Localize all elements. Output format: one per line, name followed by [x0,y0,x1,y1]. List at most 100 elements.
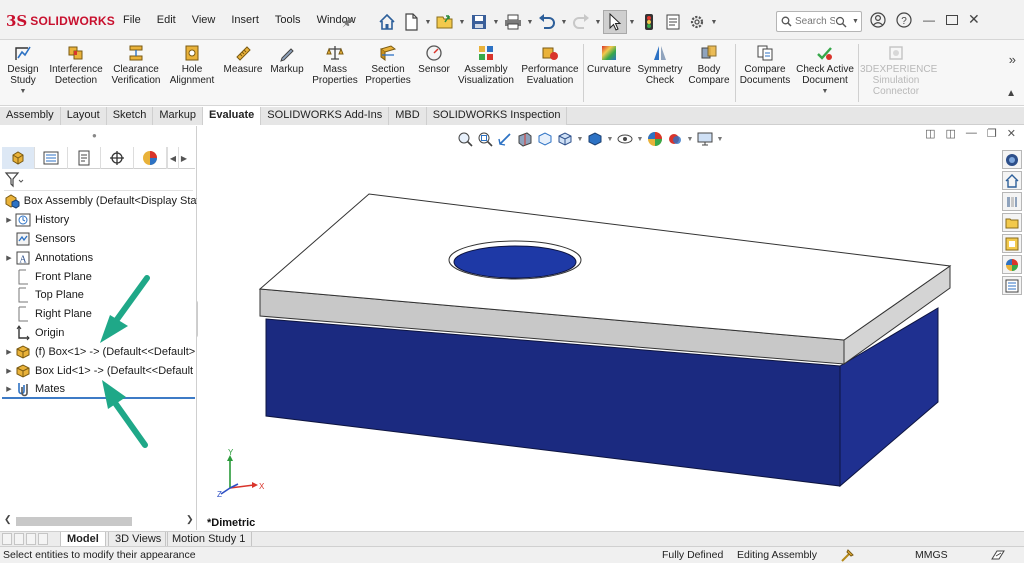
performance-evaluation-button[interactable]: Performance Evaluation [520,42,580,86]
minimize-window-icon[interactable]: — [922,13,936,27]
tree-item-history[interactable]: ▶ History [0,211,197,230]
hole-alignment-button[interactable]: Hole Alignment [166,42,218,86]
save-icon[interactable] [467,10,491,34]
markup-button[interactable]: Markup [267,42,307,75]
tree-item-front-plane[interactable]: Front Plane [0,267,197,286]
user-account-icon[interactable] [870,11,886,28]
expand-arrow-icon[interactable]: ▶ [4,385,14,393]
help-icon[interactable]: ? [896,11,912,28]
command-manager-more-chevron-icon[interactable]: » [1009,52,1016,67]
open-dropdown-chevron-icon[interactable]: ▼ [457,10,467,34]
tree-item-sensors[interactable]: Sensors [0,230,197,249]
undo-icon[interactable] [535,10,559,34]
3dexperience-simulation-connector-button[interactable]: 3DEXPERIENCE Simulation Connector [860,42,937,97]
tree-filter[interactable] [4,171,193,191]
design-study-button[interactable]: Design Study ▼ [4,42,42,97]
scroll-right-arrow-icon[interactable]: ❯ [186,514,194,525]
menu-window[interactable]: Window [309,14,364,26]
tab-solidworks-inspection[interactable]: SOLIDWORKS Inspection [426,107,568,125]
propertymanager-tab-icon[interactable] [35,147,68,169]
dimxpertmanager-tab-icon[interactable] [101,147,134,169]
tab-motion-study-1[interactable]: Motion Study 1 [165,532,253,547]
new-document-icon[interactable] [399,10,423,34]
select-dropdown-chevron-icon[interactable]: ▼ [627,10,637,34]
options-dropdown-chevron-icon[interactable]: ▼ [709,10,719,34]
tree-item-box-lid-part[interactable]: ▶ Box Lid<1> -> (Default<<Default [0,361,197,380]
tree-item-box-part[interactable]: ▶ (f) Box<1> -> (Default<<Default> [0,342,197,361]
tree-horizontal-scrollbar[interactable]: ❮ ❯ [2,514,195,528]
search-dropdown-chevron-icon[interactable]: ▼ [852,18,859,25]
assembly-visualization-button[interactable]: Assembly Visualization [456,42,516,86]
tab-mbd[interactable]: MBD [389,107,427,125]
curvature-button[interactable]: Curvature [586,42,632,75]
interference-detection-button[interactable]: Interference Detection [48,42,104,86]
tabs-scroll-right-icon[interactable]: ▶ [178,147,189,169]
tab-3d-views[interactable]: 3D Views [108,532,169,547]
redo-dropdown-chevron-icon[interactable]: ▼ [593,10,603,34]
clearance-verification-button[interactable]: Clearance Verification [109,42,163,86]
solidworks-logo[interactable]: 3S SOLIDWORKS [6,11,115,31]
tree-item-mates[interactable]: ▶ Mates [0,380,197,399]
open-folder-icon[interactable] [433,10,457,34]
print-dropdown-chevron-icon[interactable]: ▼ [525,10,535,34]
expand-arrow-icon[interactable]: ▶ [4,254,14,262]
menu-tools[interactable]: Tools [267,14,309,26]
tab-evaluate[interactable]: Evaluate [203,107,262,125]
panel-grip-icon[interactable]: ● [92,131,97,140]
redo-icon[interactable] [569,10,593,34]
options-gear-icon[interactable] [685,10,709,34]
print-icon[interactable] [501,10,525,34]
tab-sketch[interactable]: Sketch [106,107,154,125]
menu-file[interactable]: File [115,14,149,26]
expand-arrow-icon[interactable]: ▶ [4,216,14,224]
tab-layout[interactable]: Layout [60,107,107,125]
section-properties-button[interactable]: Section Properties [363,42,413,86]
close-window-icon[interactable]: ✕ [968,11,980,28]
design-study-chevron-icon[interactable]: ▼ [4,86,42,97]
body-compare-button[interactable]: Body Compare [686,42,732,86]
compare-documents-button[interactable]: Compare Documents [738,42,792,86]
menu-insert[interactable]: Insert [223,14,267,26]
tab-assembly[interactable]: Assembly [0,107,61,125]
status-units[interactable]: MMGS [915,549,948,561]
file-properties-icon[interactable] [661,10,685,34]
tree-item-top-plane[interactable]: Top Plane [0,286,197,305]
tree-item-origin[interactable]: Origin [0,324,197,343]
rebuild-traffic-light-icon[interactable] [637,10,661,34]
pin-icon[interactable]: 🖈 [342,13,353,34]
displaymanager-tab-icon[interactable] [134,147,167,169]
previous-tab-icon[interactable] [14,533,24,545]
measure-button[interactable]: Measure [222,42,264,75]
save-dropdown-chevron-icon[interactable]: ▼ [491,10,501,34]
tabs-scroll-left-icon[interactable]: ◀ [167,147,178,169]
box-assembly-model[interactable] [198,126,1024,530]
search-box[interactable]: Search S ▼ [776,11,862,32]
tab-model[interactable]: Model [60,532,106,547]
undo-dropdown-chevron-icon[interactable]: ▼ [559,10,569,34]
mass-properties-button[interactable]: Mass Properties [310,42,360,86]
customize-status-bar-icon[interactable] [990,549,1006,563]
scroll-left-arrow-icon[interactable]: ❮ [4,514,12,525]
tab-solidworks-add-ins[interactable]: SOLIDWORKS Add-Ins [261,107,390,125]
filter-funnel-icon[interactable] [4,171,24,189]
first-tab-icon[interactable] [2,533,12,545]
last-tab-icon[interactable] [38,533,48,545]
graphics-area[interactable]: ▼ ▼ ▼ ▼ ▼ ◫ ◫ — ❐ ✕ Y X Z *Dimetric [198,126,1024,530]
home-icon[interactable] [375,10,399,34]
check-active-chevron-icon[interactable]: ▼ [796,86,854,97]
expand-arrow-icon[interactable]: ▶ [4,348,14,356]
tree-root-box-assembly[interactable]: Box Assembly (Default<Display State- [0,192,197,211]
featuremanager-tab-icon[interactable] [2,147,35,169]
collapse-command-manager-icon[interactable]: ▲ [1006,88,1016,99]
tree-item-annotations[interactable]: ▶ A Annotations [0,248,197,267]
menu-view[interactable]: View [184,14,224,26]
search-commands-icon[interactable] [835,16,847,28]
expand-arrow-icon[interactable]: ▶ [4,367,14,375]
new-dropdown-chevron-icon[interactable]: ▼ [423,10,433,34]
maximize-window-icon[interactable] [946,14,958,25]
check-active-document-button[interactable]: Check Active Document ▼ [796,42,854,97]
select-cursor-icon[interactable] [603,10,627,34]
next-tab-icon[interactable] [26,533,36,545]
tab-markup[interactable]: Markup [153,107,204,125]
tree-item-right-plane[interactable]: Right Plane [0,305,197,324]
